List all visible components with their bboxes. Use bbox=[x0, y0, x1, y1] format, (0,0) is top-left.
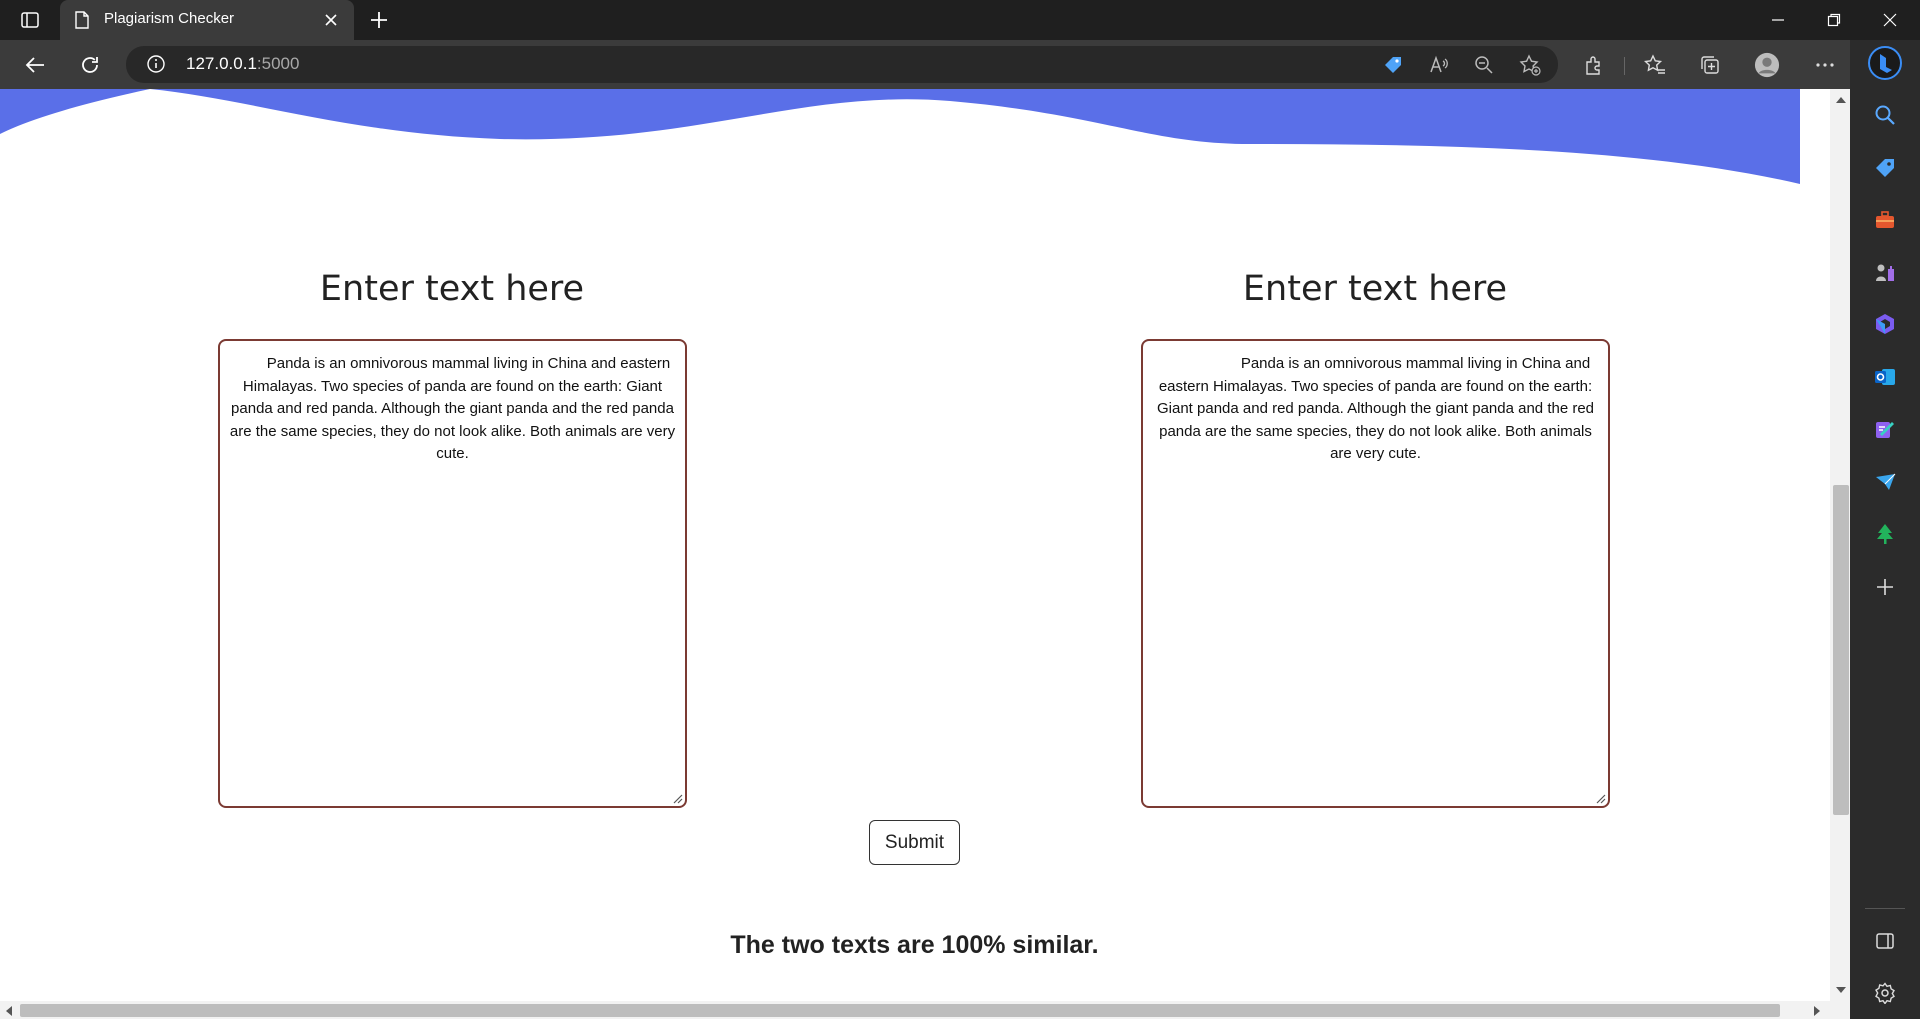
similarity-result: The two texts are 100% similar. bbox=[730, 931, 1099, 959]
telegram-icon[interactable] bbox=[1873, 470, 1897, 494]
close-tab-icon[interactable] bbox=[322, 11, 340, 29]
navigation-bar: 127.0.0.1:5000 bbox=[0, 40, 1920, 89]
scroll-left-icon[interactable] bbox=[6, 1006, 12, 1016]
url-text: 127.0.0.1:5000 bbox=[186, 54, 300, 73]
shopping-tag-icon[interactable] bbox=[1382, 54, 1404, 76]
minimize-icon[interactable] bbox=[1750, 0, 1806, 40]
add-favorite-icon[interactable] bbox=[1519, 54, 1541, 76]
browser-sidebar bbox=[1850, 40, 1920, 1019]
resize-grip-icon[interactable] bbox=[1594, 792, 1606, 804]
new-tab-icon[interactable] bbox=[368, 9, 392, 31]
right-text-input[interactable]: Panda is an omnivorous mammal living in … bbox=[1151, 353, 1600, 794]
header-wave bbox=[0, 89, 1800, 184]
resize-grip-icon[interactable] bbox=[671, 792, 683, 804]
left-heading: Enter text here bbox=[319, 269, 585, 309]
add-icon[interactable] bbox=[1873, 575, 1897, 599]
shopping-icon[interactable] bbox=[1873, 156, 1897, 180]
page-viewport: Enter text here Enter text here Panda is… bbox=[0, 89, 1800, 1001]
left-text-area-box[interactable]: Panda is an omnivorous mammal living in … bbox=[218, 339, 687, 808]
site-info-icon[interactable] bbox=[146, 54, 166, 74]
right-heading: Enter text here bbox=[1242, 269, 1508, 309]
collections-icon[interactable] bbox=[1697, 52, 1723, 78]
scroll-down-icon[interactable] bbox=[1836, 987, 1846, 993]
more-icon[interactable] bbox=[1812, 52, 1838, 78]
toolbar-separator bbox=[1624, 57, 1625, 75]
search-icon[interactable] bbox=[1873, 103, 1897, 127]
tab-actions-icon[interactable] bbox=[18, 9, 42, 31]
horizontal-scroll-thumb[interactable] bbox=[20, 1004, 1780, 1017]
outlook-icon[interactable] bbox=[1873, 365, 1897, 389]
back-icon[interactable] bbox=[20, 50, 50, 80]
left-text-input[interactable]: Panda is an omnivorous mammal living in … bbox=[228, 353, 677, 794]
submit-button[interactable]: Submit bbox=[869, 820, 960, 865]
games-icon[interactable] bbox=[1873, 260, 1897, 284]
horizontal-scrollbar[interactable] bbox=[0, 1001, 1850, 1019]
split-screen-icon[interactable] bbox=[1873, 929, 1897, 953]
extensions-icon[interactable] bbox=[1581, 52, 1607, 78]
favorites-icon[interactable] bbox=[1642, 52, 1668, 78]
read-aloud-icon[interactable] bbox=[1428, 54, 1450, 76]
microsoft365-icon[interactable] bbox=[1873, 312, 1897, 336]
restore-icon[interactable] bbox=[1806, 0, 1862, 40]
vertical-scroll-thumb[interactable] bbox=[1833, 485, 1849, 815]
right-text-area-box[interactable]: Panda is an omnivorous mammal living in … bbox=[1141, 339, 1610, 808]
vertical-scrollbar[interactable] bbox=[1800, 89, 1850, 1001]
scroll-up-icon[interactable] bbox=[1836, 97, 1846, 103]
refresh-icon[interactable] bbox=[75, 50, 105, 80]
copilot-icon[interactable] bbox=[1867, 45, 1903, 81]
zoom-out-icon[interactable] bbox=[1473, 54, 1495, 76]
tab-plagiarism-checker[interactable]: Plagiarism Checker bbox=[60, 0, 354, 40]
designer-icon[interactable] bbox=[1873, 417, 1897, 441]
profile-icon[interactable] bbox=[1754, 52, 1780, 78]
tools-icon[interactable] bbox=[1873, 208, 1897, 232]
sidebar-separator bbox=[1865, 908, 1905, 909]
close-window-icon[interactable] bbox=[1862, 0, 1918, 40]
settings-icon[interactable] bbox=[1873, 981, 1897, 1005]
document-icon bbox=[74, 11, 90, 29]
tab-title: Plagiarism Checker bbox=[104, 10, 235, 27]
title-bar: Plagiarism Checker bbox=[0, 0, 1920, 40]
scroll-right-icon[interactable] bbox=[1814, 1006, 1820, 1016]
address-bar[interactable]: 127.0.0.1:5000 bbox=[126, 46, 1558, 83]
tree-icon[interactable] bbox=[1873, 522, 1897, 546]
